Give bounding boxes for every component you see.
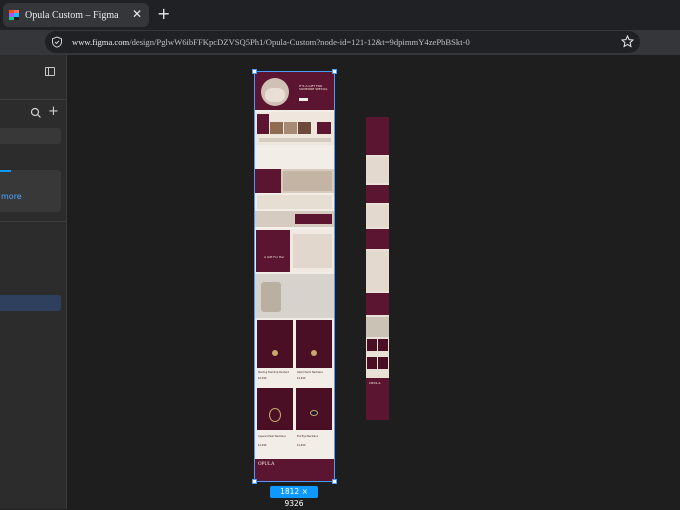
search-icon[interactable] <box>30 107 42 119</box>
close-tab-icon[interactable]: ✕ <box>132 7 142 21</box>
browser-toolbar: www.figma.com/design/PglwW6ibFFKpcDZVSQ5… <box>0 30 680 55</box>
browser-tab-strip: Opula Custom – Figma ✕ + <box>0 0 680 30</box>
mobile-gift <box>366 229 389 249</box>
mobile-earrings <box>366 317 389 337</box>
layers-sidebar: + more <box>0 55 67 509</box>
mobile-feature <box>366 293 389 315</box>
progress-bar <box>0 170 11 172</box>
sidebar-info-card: more <box>0 170 61 212</box>
selection-outline <box>254 71 335 482</box>
resize-handle-bottom-left[interactable] <box>252 479 257 484</box>
resize-handle-top-right[interactable] <box>332 69 337 74</box>
toggle-panel-icon[interactable] <box>45 67 55 76</box>
mobile-product-image <box>378 339 388 351</box>
browser-tab-figma[interactable]: Opula Custom – Figma ✕ <box>3 3 149 27</box>
selection-dimensions-badge: 1812 × 9326 <box>270 486 318 508</box>
selected-layer-item[interactable] <box>0 295 61 311</box>
bookmark-star-icon[interactable] <box>621 35 634 48</box>
figma-icon <box>9 10 19 20</box>
mobile-categories <box>366 205 389 227</box>
new-tab-button[interactable]: + <box>157 4 170 23</box>
resize-handle-top-left[interactable] <box>252 69 257 74</box>
address-bar[interactable]: www.figma.com/design/PglwW6ibFFKpcDZVSQ5… <box>45 31 640 53</box>
mobile-hero <box>366 117 389 155</box>
sidebar-divider <box>0 221 67 222</box>
mobile-footer: OPULA <box>366 378 389 420</box>
sidebar-divider <box>0 99 67 100</box>
add-page-button[interactable]: + <box>48 104 59 119</box>
mobile-products <box>366 251 389 291</box>
mobile-product-image <box>378 357 388 369</box>
sidebar-search-field[interactable] <box>0 128 61 144</box>
url-path: /design/PglwW6ibFFKpcDZVSQ5Ph1/Opula-Cus… <box>129 37 470 47</box>
site-info-icon[interactable] <box>51 36 63 48</box>
more-link[interactable]: more <box>1 192 22 201</box>
url-text: www.figma.com/design/PglwW6ibFFKpcDZVSQ5… <box>72 37 470 47</box>
figma-canvas[interactable]: IT'S A GIFT FOR SOMEONE SPECIAL A Gift F… <box>67 55 680 509</box>
tab-title: Opula Custom – Figma <box>25 9 119 21</box>
mobile-promo <box>366 185 389 203</box>
url-host: www.figma.com <box>72 37 130 47</box>
mobile-footer-brand: OPULA <box>369 381 381 385</box>
mobile-product-image <box>367 357 377 369</box>
mobile-product-image <box>367 339 377 351</box>
resize-handle-bottom-right[interactable] <box>332 479 337 484</box>
mobile-collection <box>366 157 389 183</box>
mobile-frame[interactable]: OPULA <box>366 117 389 420</box>
